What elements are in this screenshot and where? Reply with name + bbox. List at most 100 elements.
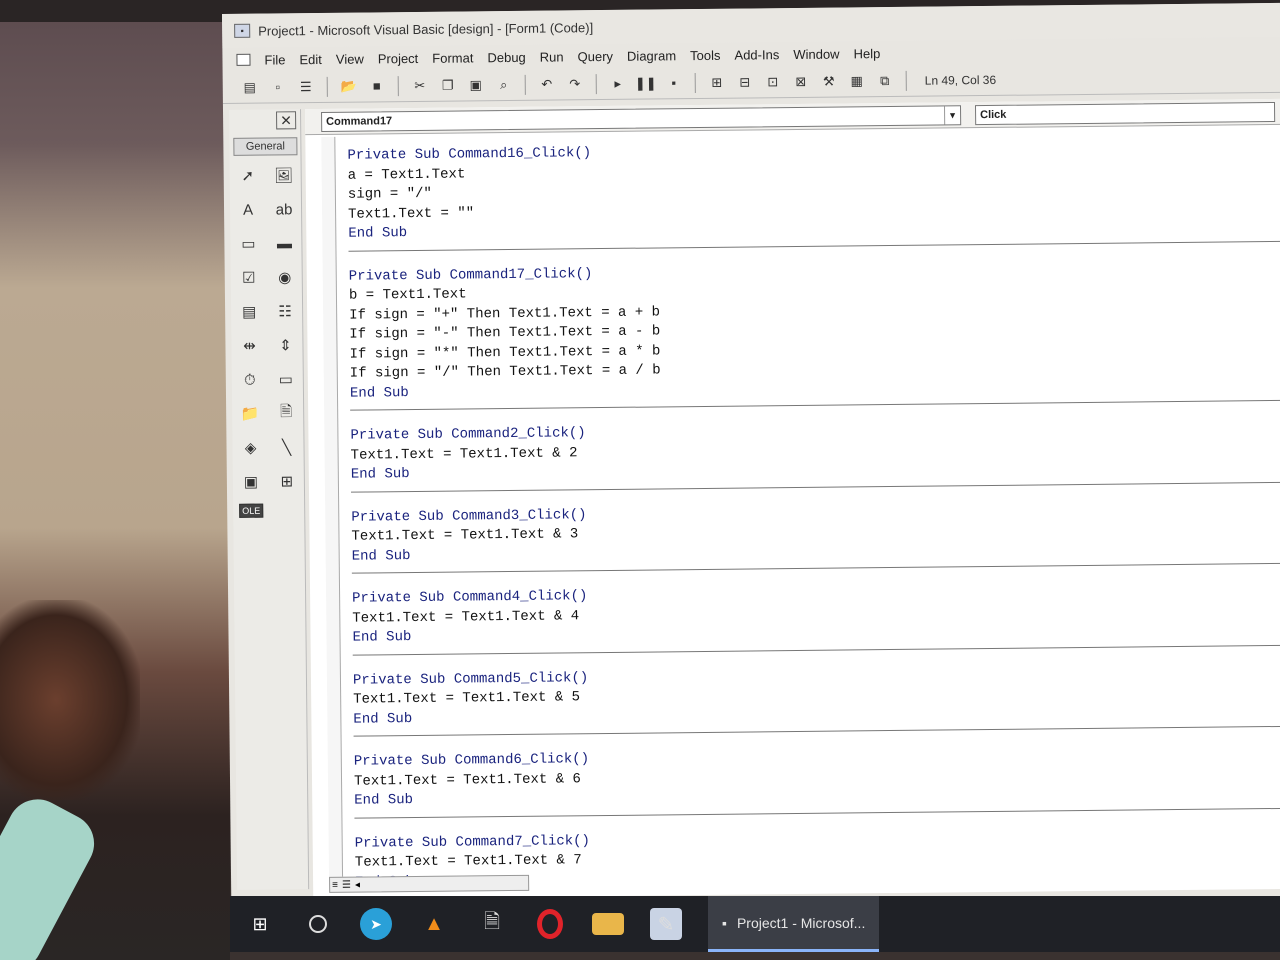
cursor-position: Ln 49, Col 36 (924, 72, 997, 88)
filelistbox-icon[interactable]: 🗎 (274, 401, 298, 425)
project-explorer-icon[interactable]: ⊞ (706, 72, 728, 92)
hand-in-photo (0, 600, 140, 800)
optionbutton-icon[interactable]: ◉ (273, 265, 297, 289)
menu-editor-icon[interactable]: ☰ (295, 77, 317, 97)
window-title: Project1 - Microsoft Visual Basic [desig… (258, 19, 594, 39)
menu-window[interactable]: Window (793, 46, 839, 61)
shape-icon[interactable]: ◈ (238, 436, 262, 460)
procedure-block: Private Sub Command16_Click() a = Text1.… (347, 130, 1280, 252)
menu-add-ins[interactable]: Add-Ins (734, 47, 779, 62)
menu-help[interactable]: Help (853, 46, 880, 61)
paint-app-icon[interactable]: ✎ (650, 908, 682, 940)
menu-edit[interactable]: Edit (299, 51, 322, 66)
paste-icon[interactable]: ▣ (465, 75, 487, 95)
object-combobox[interactable]: Command17 ▼ (321, 104, 962, 132)
vscrollbar-icon[interactable]: ⇕ (273, 333, 297, 357)
end-icon[interactable]: ▪ (663, 73, 685, 93)
vb-app-icon: ▪ (234, 23, 251, 38)
image-icon[interactable]: ▣ (239, 470, 263, 494)
undo-icon[interactable]: ↶ (536, 74, 558, 94)
document-app-icon[interactable]: 🗎 (476, 908, 508, 940)
textbox-icon[interactable]: ab (272, 197, 296, 221)
add-project-icon[interactable]: ▤ (239, 77, 261, 97)
taskbar-window-label: Project1 - Microsof... (736, 914, 866, 931)
menu-run[interactable]: Run (540, 49, 564, 64)
procedure-combobox[interactable]: Click (974, 101, 1276, 125)
menu-view[interactable]: View (336, 51, 364, 66)
full-module-view-icon[interactable]: ☰ (342, 879, 351, 890)
procedure-block: Private Sub Command4_Click() Text1.Text … (351, 573, 1280, 656)
toolbar-separator (397, 75, 399, 96)
timer-icon[interactable]: ⏱ (238, 368, 262, 392)
toolbar-separator (326, 76, 328, 97)
listbox-icon[interactable]: ☷ (273, 299, 297, 323)
menu-query[interactable]: Query (578, 48, 614, 63)
toolbar-separator (524, 74, 526, 95)
save-project-icon[interactable]: ■ (366, 76, 388, 96)
toolbar-separator (694, 72, 696, 93)
search-icon[interactable] (302, 908, 334, 940)
component-manager-icon[interactable]: ⧉ (874, 70, 896, 90)
data-view-icon[interactable]: ▦ (846, 71, 868, 91)
procedure-block: Private Sub Command2_Click() Text1.Text … (350, 410, 1280, 493)
break-icon[interactable]: ❚❚ (635, 73, 657, 93)
menu-format[interactable]: Format (432, 50, 473, 65)
vlc-icon[interactable]: ▲ (418, 908, 450, 940)
open-project-icon[interactable]: 📂 (338, 76, 360, 96)
combobox-icon[interactable]: ▤ (237, 300, 261, 324)
procedure-view-icon[interactable]: ≡ (332, 879, 338, 890)
chevron-down-icon[interactable]: ▼ (944, 105, 961, 124)
checkbox-icon[interactable]: ☑ (237, 266, 261, 290)
hscrollbar-icon[interactable]: ⇹ (237, 334, 261, 358)
copy-icon[interactable]: ❐ (437, 75, 459, 95)
code-editor[interactable]: Private Sub Command16_Click() a = Text1.… (347, 130, 1280, 899)
code-window: Command17 ▼ Click Private Sub Command16_… (305, 98, 1280, 900)
toolbox-panel: ✕ General ➚ 🖼 A ab ▭ ▬ ☑ ◉ ▤ ☷ ⇹ ⇕ ⏱ ▭ 📁… (229, 109, 310, 890)
procedure-combobox-value: Click (980, 108, 1007, 121)
cut-icon[interactable]: ✂ (409, 75, 431, 95)
procedure-block: Private Sub Command5_Click() Text1.Text … (352, 655, 1280, 737)
picturebox-icon[interactable]: 🖼 (272, 163, 296, 187)
dirlistbox-icon[interactable]: 📁 (238, 402, 262, 426)
scroll-left-arrow-icon[interactable]: ◂ (355, 879, 360, 890)
procedure-block: Private Sub Command3_Click() Text1.Text … (351, 492, 1280, 574)
frame-icon[interactable]: ▭ (236, 232, 260, 256)
toolbox-tools: ➚ 🖼 A ab ▭ ▬ ☑ ◉ ▤ ☷ ⇹ ⇕ ⏱ ▭ 📁 🗎 ◈ ╲ ▣ ⊞… (236, 163, 304, 518)
line-icon[interactable]: ╲ (274, 435, 298, 459)
data-icon[interactable]: ⊞ (275, 469, 299, 493)
commandbutton-icon[interactable]: ▬ (272, 231, 296, 255)
redo-icon[interactable]: ↷ (564, 74, 586, 94)
taskbar-active-vb-window[interactable]: ▪ Project1 - Microsof... (708, 896, 880, 952)
properties-window-icon[interactable]: ⊟ (734, 72, 756, 92)
procedure-block: Private Sub Command6_Click() Text1.Text … (353, 736, 1280, 819)
toolbox-icon[interactable]: ⚒ (818, 71, 840, 91)
label-icon[interactable]: A (236, 198, 260, 222)
form-layout-icon[interactable]: ⊡ (762, 72, 784, 92)
menu-project[interactable]: Project (378, 50, 419, 65)
menu-debug[interactable]: Debug (487, 49, 525, 64)
vb6-ide-screen: ▪ Project1 - Microsoft Visual Basic [des… (222, 2, 1280, 950)
start-icon[interactable]: ▸ (607, 73, 629, 93)
toolbox-tab-general[interactable]: General (233, 137, 298, 156)
ole-icon[interactable]: OLE (239, 503, 264, 518)
toolbar-separator (595, 73, 597, 94)
file-explorer-icon[interactable] (592, 913, 624, 935)
horizontal-scrollbar[interactable]: ≡ ☰ ◂ (329, 874, 530, 893)
opera-icon[interactable] (534, 908, 566, 940)
windows-start-icon[interactable]: ⊞ (244, 908, 276, 940)
code-window-system-icon[interactable] (236, 53, 251, 66)
object-browser-icon[interactable]: ⊠ (790, 71, 812, 91)
drivelistbox-icon[interactable]: ▭ (274, 367, 298, 391)
procedure-block: Private Sub Command17_Click() b = Text1.… (348, 251, 1280, 411)
code-margin-indicator-bar[interactable] (321, 136, 344, 877)
menu-file[interactable]: File (264, 52, 285, 67)
toolbar-separator (905, 70, 907, 91)
telegram-icon[interactable]: ➤ (360, 908, 392, 940)
windows-taskbar: ⊞ ➤ ▲ 🗎 ✎ ▪ Project1 - Microsof... (230, 896, 1280, 952)
pointer-icon[interactable]: ➚ (236, 164, 260, 188)
close-icon[interactable]: ✕ (276, 111, 297, 130)
find-icon[interactable]: ⌕ (493, 74, 515, 94)
add-form-icon[interactable]: ▫ (267, 77, 289, 97)
menu-diagram[interactable]: Diagram (627, 48, 676, 64)
menu-tools[interactable]: Tools (690, 47, 721, 62)
